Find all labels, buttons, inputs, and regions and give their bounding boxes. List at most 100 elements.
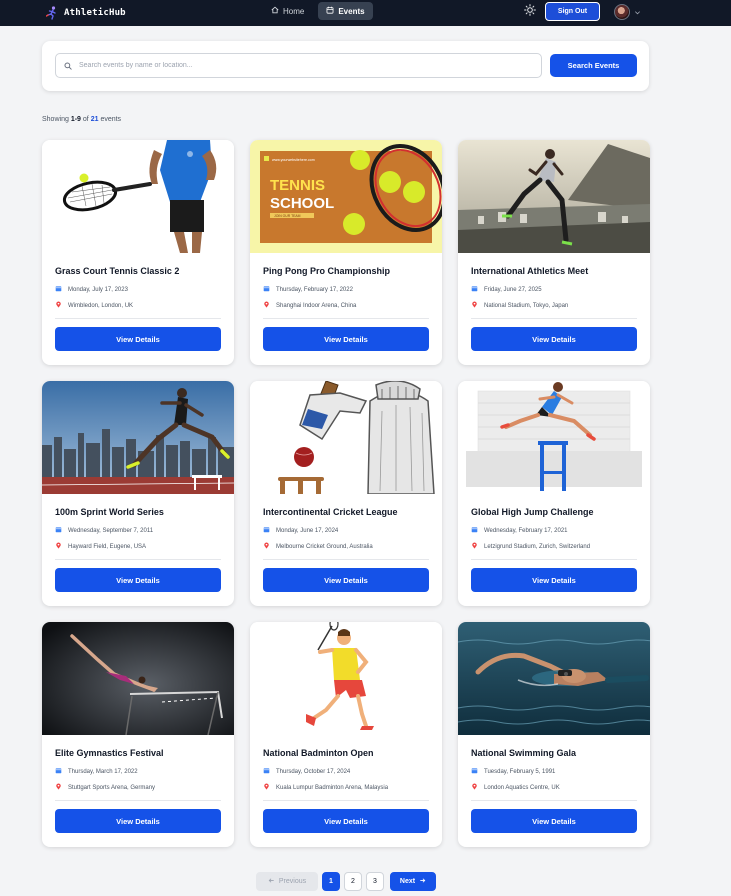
brand[interactable]: AthleticHub	[46, 0, 126, 26]
event-card: National Swimming Gala Tuesday, February…	[458, 622, 650, 847]
event-date-text: Tuesday, February 5, 1991	[484, 768, 556, 775]
event-title[interactable]: Ping Pong Pro Championship	[263, 266, 390, 276]
results-range: 1-9	[70, 116, 81, 123]
event-date: Monday, June 17, 2024	[263, 526, 338, 535]
event-title[interactable]: Intercontinental Cricket League	[263, 507, 398, 517]
results-prefix: Showing	[42, 116, 69, 123]
sign-out-button[interactable]: Sign Out	[545, 2, 600, 21]
page-3-button[interactable]: 3	[366, 872, 384, 891]
event-title[interactable]: 100m Sprint World Series	[55, 507, 164, 517]
nav-events[interactable]: Events	[318, 2, 373, 20]
event-card: www.yourwebsitehere.com TENNIS SCHOOL JO…	[250, 140, 442, 365]
card-divider	[55, 559, 221, 560]
view-details-button[interactable]: View Details	[55, 568, 221, 592]
event-date: Tuesday, February 5, 1991	[471, 767, 555, 776]
event-title[interactable]: National Badminton Open	[263, 748, 374, 758]
event-card: Global High Jump Challenge Wednesday, Fe…	[458, 381, 650, 606]
event-date: Thursday, February 17, 2022	[263, 285, 353, 294]
location-pin-icon	[471, 542, 478, 551]
event-date-text: Wednesday, February 17, 2021	[484, 527, 568, 534]
event-image-ping-pong[interactable]: www.yourwebsitehere.com TENNIS SCHOOL JO…	[250, 140, 442, 253]
pagination: Previous 1 2 3 Next	[256, 872, 436, 891]
poster-website-text: www.yourwebsitehere.com	[272, 158, 315, 162]
search-field[interactable]	[55, 53, 542, 78]
search-input[interactable]	[79, 62, 519, 69]
theme-toggle[interactable]	[522, 4, 538, 20]
card-divider	[263, 318, 429, 319]
results-total: 21	[90, 116, 99, 123]
event-image-cricket[interactable]	[250, 381, 442, 494]
card-divider	[263, 559, 429, 560]
event-image-swimming[interactable]	[458, 622, 650, 735]
nav-events-label: Events	[338, 6, 365, 16]
event-image-athletics[interactable]	[458, 140, 650, 253]
calendar-icon	[55, 285, 62, 294]
view-details-button[interactable]: View Details	[263, 327, 429, 351]
event-image-badminton[interactable]	[250, 622, 442, 735]
top-navbar: AthleticHub Home Events Sign Out	[0, 0, 731, 26]
page-1-button[interactable]: 1	[322, 872, 340, 891]
event-location-text: Melbourne Cricket Ground, Australia	[276, 543, 373, 550]
brand-name: AthleticHub	[64, 8, 126, 18]
view-details-button[interactable]: View Details	[471, 809, 637, 833]
event-date-text: Monday, June 17, 2024	[276, 527, 339, 534]
location-pin-icon	[263, 542, 270, 551]
calendar-icon	[263, 526, 270, 535]
event-date-text: Thursday, March 17, 2022	[68, 768, 138, 775]
event-title[interactable]: Grass Court Tennis Classic 2	[55, 266, 179, 276]
event-location: Hayward Field, Eugene, USA	[55, 542, 146, 551]
event-image-sprint[interactable]	[42, 381, 234, 494]
search-icon	[64, 57, 72, 75]
event-image-high-jump[interactable]	[458, 381, 650, 494]
poster-big-text-2: SCHOOL	[270, 195, 334, 212]
view-details-button[interactable]: View Details	[263, 568, 429, 592]
view-details-button[interactable]: View Details	[55, 809, 221, 833]
poster-small-text: JOIN OUR TEAM	[274, 214, 301, 218]
next-label: Next	[399, 878, 416, 885]
calendar-icon	[326, 6, 334, 16]
event-title[interactable]: Elite Gymnastics Festival	[55, 748, 164, 758]
search-events-button[interactable]: Search Events	[550, 54, 637, 77]
location-pin-icon	[471, 783, 478, 792]
view-details-button[interactable]: View Details	[471, 327, 637, 351]
event-card: Intercontinental Cricket League Monday, …	[250, 381, 442, 606]
view-details-button[interactable]: View Details	[55, 327, 221, 351]
event-title[interactable]: National Swimming Gala	[471, 748, 576, 758]
event-title[interactable]: Global High Jump Challenge	[471, 507, 594, 517]
results-count: Showing 1-9 of 21 events	[42, 116, 121, 123]
location-pin-icon	[263, 783, 270, 792]
event-location-text: Shanghai Indoor Arena, China	[276, 302, 357, 309]
event-location: London Aquatics Centre, UK	[471, 783, 560, 792]
event-location-text: Letzigrund Stadium, Zurich, Switzerland	[484, 543, 591, 550]
card-divider	[471, 318, 637, 319]
event-location: Letzigrund Stadium, Zurich, Switzerland	[471, 542, 590, 551]
location-pin-icon	[55, 542, 62, 551]
event-location-text: London Aquatics Centre, UK	[484, 784, 560, 791]
nav-home[interactable]: Home	[263, 2, 312, 20]
event-title[interactable]: International Athletics Meet	[471, 266, 588, 276]
calendar-icon	[263, 767, 270, 776]
next-page-button[interactable]: Next	[390, 872, 436, 891]
event-card: Grass Court Tennis Classic 2 Monday, Jul…	[42, 140, 234, 365]
event-date: Wednesday, February 17, 2021	[471, 526, 568, 535]
event-image-gymnastics[interactable]	[42, 622, 234, 735]
location-pin-icon	[263, 301, 270, 310]
event-date: Thursday, March 17, 2022	[55, 767, 138, 776]
event-location-text: Hayward Field, Eugene, USA	[68, 543, 147, 550]
event-date-text: Monday, July 17, 2023	[68, 286, 128, 293]
view-details-button[interactable]: View Details	[263, 809, 429, 833]
arrow-right-icon	[419, 877, 426, 886]
event-location: Wimbledon, London, UK	[55, 301, 133, 310]
page-2-button[interactable]: 2	[344, 872, 362, 891]
calendar-icon	[471, 767, 478, 776]
view-details-button[interactable]: View Details	[471, 568, 637, 592]
event-image-tennis[interactable]	[42, 140, 234, 253]
previous-page-button[interactable]: Previous	[256, 872, 318, 891]
location-pin-icon	[471, 301, 478, 310]
location-pin-icon	[55, 301, 62, 310]
event-date: Thursday, October 17, 2024	[263, 767, 350, 776]
event-location-text: National Stadium, Tokyo, Japan	[484, 302, 569, 309]
card-divider	[471, 559, 637, 560]
user-menu[interactable]	[614, 3, 641, 21]
event-location: Melbourne Cricket Ground, Australia	[263, 542, 373, 551]
